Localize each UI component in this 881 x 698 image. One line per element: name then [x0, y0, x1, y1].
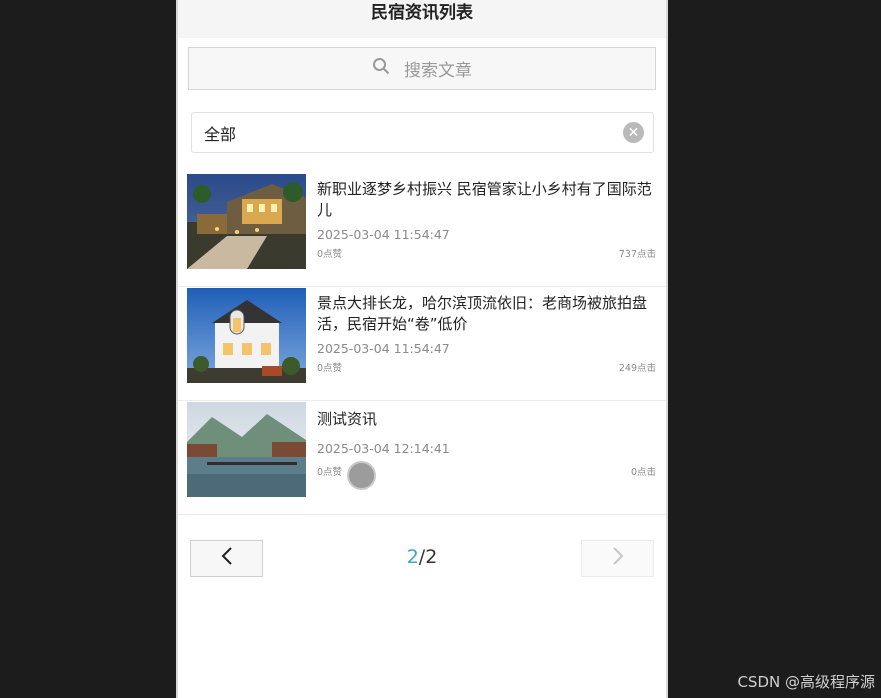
category-filter-value: 全部	[204, 124, 237, 144]
current-page: 2	[406, 546, 419, 568]
article-list: 新职业逐梦乡村振兴 民宿管家让小乡村有了国际范儿 2025-03-04 11:5…	[178, 173, 666, 515]
article-info: 新职业逐梦乡村振兴 民宿管家让小乡村有了国际范儿 2025-03-04 11:5…	[317, 174, 656, 269]
article-thumbnail	[187, 174, 306, 269]
total-pages: 2	[425, 546, 438, 568]
article-item[interactable]: 测试资讯 2025-03-04 12:14:41 0点赞 0点击	[178, 401, 666, 515]
next-page-button[interactable]	[581, 540, 654, 577]
search-icon	[372, 57, 390, 80]
article-title[interactable]: 测试资讯	[317, 409, 656, 430]
article-date: 2025-03-04 11:54:47	[317, 227, 450, 242]
clear-icon[interactable]: ✕	[623, 122, 644, 143]
category-filter[interactable]: 全部 ✕	[191, 112, 654, 153]
search-bar[interactable]: 搜索文章	[188, 47, 656, 90]
article-clicks: 0点击	[630, 467, 656, 478]
article-thumbnail	[187, 402, 306, 497]
page-header: 民宿资讯列表	[178, 0, 666, 38]
article-likes: 0点赞	[317, 467, 343, 478]
article-info: 景点大排长龙，哈尔滨顶流依旧：老商场被旅拍盘活，民宿开始“卷”低价 2025-0…	[317, 288, 656, 383]
touch-indicator	[347, 461, 376, 490]
article-item[interactable]: 新职业逐梦乡村振兴 民宿管家让小乡村有了国际范儿 2025-03-04 11:5…	[178, 173, 666, 287]
phone-screen: 民宿资讯列表 搜索文章 全部 ✕ 新职业逐梦乡村振兴 民宿管家让小乡村有了国际范…	[176, 0, 668, 698]
article-date: 2025-03-04 12:14:41	[317, 441, 450, 456]
article-title[interactable]: 景点大排长龙，哈尔滨顶流依旧：老商场被旅拍盘活，民宿开始“卷”低价	[317, 293, 656, 335]
article-date: 2025-03-04 11:54:47	[317, 341, 450, 356]
article-clicks: 249点击	[618, 363, 656, 374]
article-clicks: 737点击	[618, 249, 656, 260]
search-placeholder: 搜索文章	[404, 61, 472, 81]
pagination: 2/2	[178, 540, 666, 578]
article-thumbnail	[187, 288, 306, 383]
page-title: 民宿资讯列表	[371, 3, 473, 23]
article-title[interactable]: 新职业逐梦乡村振兴 民宿管家让小乡村有了国际范儿	[317, 179, 656, 221]
article-item[interactable]: 景点大排长龙，哈尔滨顶流依旧：老商场被旅拍盘活，民宿开始“卷”低价 2025-0…	[178, 287, 666, 401]
article-likes: 0点赞	[317, 249, 343, 260]
article-info: 测试资讯 2025-03-04 12:14:41 0点赞 0点击	[317, 402, 656, 497]
watermark: CSDN @高级程序源	[737, 673, 875, 691]
article-likes: 0点赞	[317, 363, 343, 374]
chevron-right-icon	[611, 546, 625, 572]
